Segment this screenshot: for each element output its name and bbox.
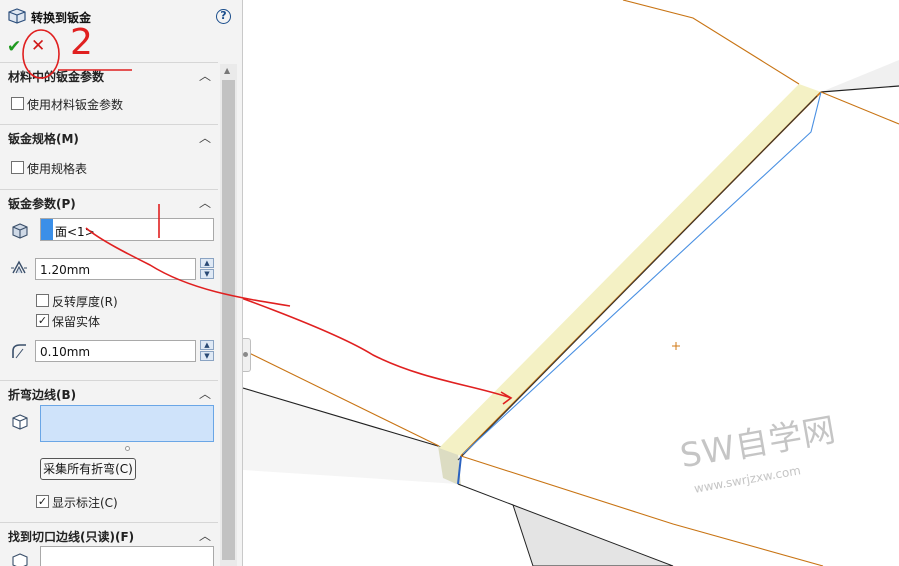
section-label: 找到切口边线(只读)(F) <box>8 530 135 544</box>
model-view[interactable] <box>243 0 899 566</box>
reverse-thickness-checkbox[interactable]: 反转厚度(R) <box>36 292 156 310</box>
section-material-params[interactable]: 材料中的钣金参数 ︿ <box>0 62 218 88</box>
help-icon[interactable]: ? <box>216 9 231 24</box>
bend-radius-spinner[interactable]: ▲ ▼ <box>200 340 214 361</box>
fixed-face-icon <box>12 223 28 239</box>
panel-title-row: 转换到钣金 ? <box>0 0 242 32</box>
ok-button[interactable]: ✔ <box>7 37 21 57</box>
checkbox-box[interactable] <box>11 97 24 110</box>
section-label: 折弯边线(B) <box>8 388 77 402</box>
fixed-face-value: 面<1> <box>55 225 95 239</box>
resize-handle[interactable] <box>125 446 130 451</box>
section-label: 钣金参数(P) <box>8 197 76 211</box>
checkbox-box[interactable] <box>11 161 24 174</box>
spin-down-icon[interactable]: ▼ <box>200 269 214 279</box>
model-edge <box>457 95 818 461</box>
section-bend-edges[interactable]: 折弯边线(B) ︿ <box>0 380 218 406</box>
section-gauge[interactable]: 钣金规格(M) ︿ <box>0 124 218 150</box>
thickness-input[interactable]: 1.20mm <box>35 258 196 280</box>
model-edge <box>457 483 514 506</box>
section-rip-edges[interactable]: 找到切口边线(只读)(F) ︿ <box>0 522 218 548</box>
show-callouts-checkbox[interactable]: ✓ 显示标注(C) <box>36 493 156 511</box>
checkbox-box-checked[interactable]: ✓ <box>36 314 49 327</box>
chevron-up-icon[interactable]: ︿ <box>199 385 211 402</box>
bend-edges-selection-box[interactable] <box>40 405 214 442</box>
chevron-up-icon[interactable]: ︿ <box>199 527 211 544</box>
chevron-up-icon[interactable]: ︿ <box>199 129 211 146</box>
graphics-viewport[interactable] <box>243 0 899 566</box>
fixed-face-selection-box[interactable]: 面<1> <box>40 218 214 241</box>
chevron-up-icon[interactable]: ︿ <box>199 194 211 211</box>
bottom-face <box>512 504 674 566</box>
spin-down-icon[interactable]: ▼ <box>200 351 214 361</box>
cancel-button[interactable]: ✕ <box>31 36 45 56</box>
thickness-spinner[interactable]: ▲ ▼ <box>200 258 214 279</box>
sheet-metal-icon <box>8 8 26 24</box>
origin-marker-icon <box>672 342 680 350</box>
annotation-number: 2 <box>70 22 93 63</box>
checkbox-label: 反转厚度(R) <box>52 295 118 309</box>
use-material-params-checkbox[interactable]: 使用材料钣金参数 <box>11 95 191 113</box>
spin-up-icon[interactable]: ▲ <box>200 340 214 350</box>
checkbox-box-checked[interactable]: ✓ <box>36 495 49 508</box>
checkbox-box[interactable] <box>36 294 49 307</box>
scrollbar-thumb[interactable] <box>222 80 235 560</box>
bend-edges-icon <box>12 414 28 430</box>
rip-edges-list-box <box>40 546 214 566</box>
scroll-up-arrow-icon[interactable]: ▲ <box>224 66 230 75</box>
app-window: 转换到钣金 ? ✔ ✕ ▲ 材料中的钣金参数 ︿ 使用材料钣金参数 钣金规格(M… <box>0 0 899 566</box>
selection-color-swatch <box>41 219 53 240</box>
section-label: 材料中的钣金参数 <box>8 70 105 84</box>
checkbox-label: 使用材料钣金参数 <box>27 98 124 112</box>
checkbox-label: 保留实体 <box>52 315 101 329</box>
section-sheet-metal-params[interactable]: 钣金参数(P) ︿ <box>0 189 218 215</box>
chevron-up-icon[interactable]: ︿ <box>199 67 211 84</box>
bend-highlight <box>439 84 821 456</box>
thickness-icon <box>11 260 27 274</box>
red-annotation-layer <box>243 297 513 405</box>
checkbox-label: 显示标注(C) <box>52 496 118 510</box>
rip-edges-icon <box>12 553 28 566</box>
property-manager-panel: 转换到钣金 ? ✔ ✕ ▲ 材料中的钣金参数 ︿ 使用材料钣金参数 钣金规格(M… <box>0 0 243 566</box>
annotation-arrow <box>243 297 512 399</box>
use-gauge-table-checkbox[interactable]: 使用规格表 <box>11 159 161 177</box>
checkbox-label: 使用规格表 <box>27 162 88 176</box>
section-label: 钣金规格(M) <box>8 132 79 146</box>
silhouette-edge <box>622 0 800 85</box>
spin-up-icon[interactable]: ▲ <box>200 258 214 268</box>
panel-collapse-handle[interactable] <box>243 338 251 372</box>
bend-radius-icon <box>12 344 26 359</box>
thickness-value: 1.20mm <box>40 263 91 277</box>
bend-radius-value: 0.10mm <box>40 345 91 359</box>
silhouette-edge <box>820 91 899 125</box>
keep-body-checkbox[interactable]: ✓ 保留实体 <box>36 312 156 330</box>
bend-radius-input[interactable]: 0.10mm <box>35 340 196 362</box>
collect-all-bends-button[interactable]: 采集所有折弯(C) <box>40 458 136 480</box>
